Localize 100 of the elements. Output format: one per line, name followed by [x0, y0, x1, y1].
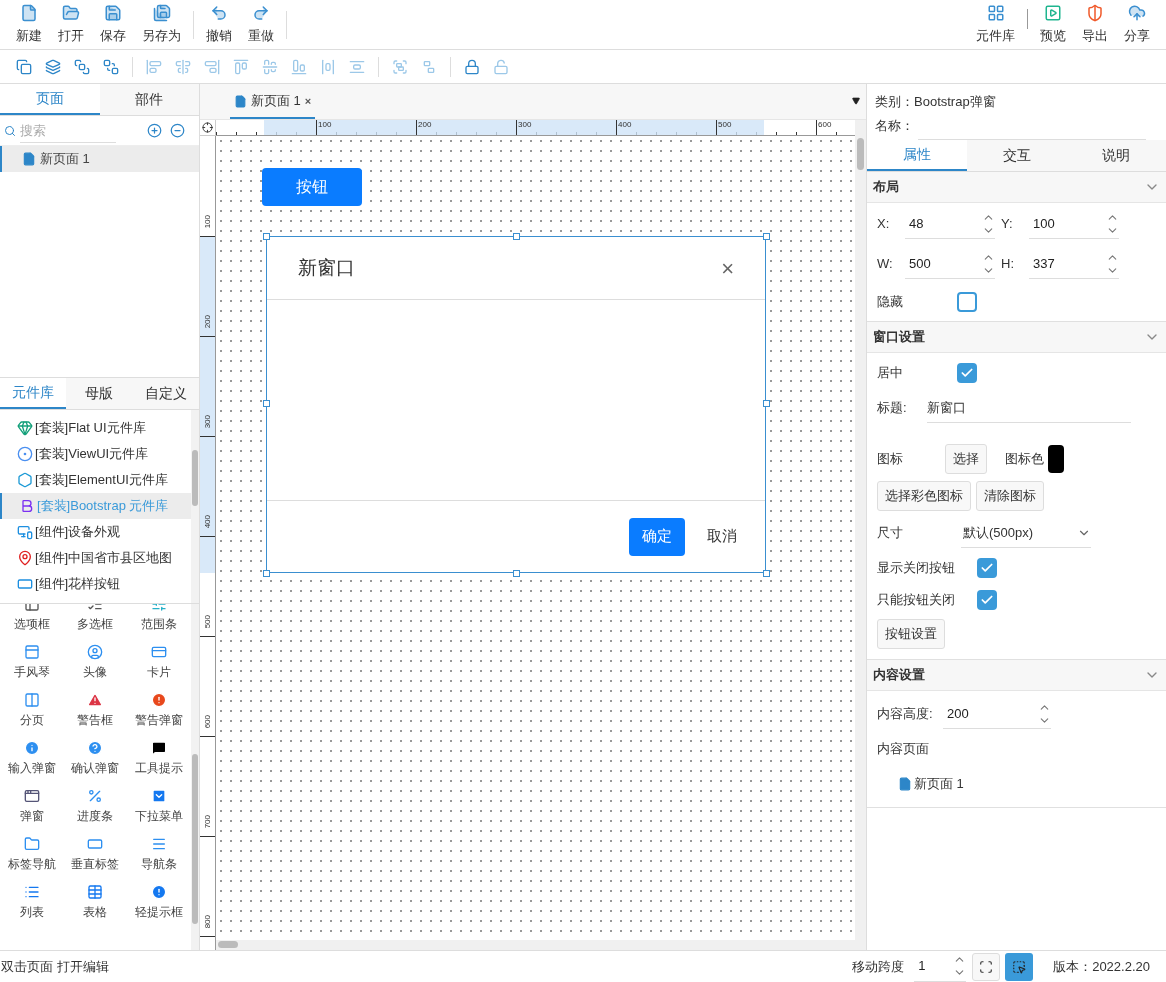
- distribute-horizontal-icon[interactable]: [320, 58, 336, 75]
- number-field[interactable]: 1: [914, 951, 967, 982]
- modal-close-button[interactable]: ×: [721, 251, 734, 285]
- add-icon[interactable]: [147, 123, 162, 138]
- distribute-vertical-icon[interactable]: [349, 58, 365, 75]
- resize-handle[interactable]: [763, 233, 770, 240]
- align-right-icon[interactable]: [204, 58, 220, 75]
- open-button[interactable]: 打开: [50, 0, 92, 49]
- resize-handle[interactable]: [513, 570, 520, 577]
- redo-button[interactable]: 重做: [240, 0, 282, 49]
- resize-handle[interactable]: [763, 400, 770, 407]
- number-field[interactable]: 500: [905, 249, 995, 279]
- component-item[interactable]: 工具提示: [127, 734, 191, 782]
- component-item[interactable]: 范围条: [127, 604, 191, 638]
- property-tab[interactable]: 属性: [867, 140, 967, 171]
- canvas-button[interactable]: 按钮: [262, 168, 362, 206]
- group-icon[interactable]: [392, 58, 408, 75]
- panel-tab[interactable]: 元件库: [0, 378, 67, 409]
- library-item[interactable]: [套装]Flat UI元件库: [0, 415, 191, 441]
- library-item[interactable]: [组件]设备外观: [0, 519, 191, 545]
- component-item[interactable]: 手风琴: [0, 638, 64, 686]
- resize-handle[interactable]: [263, 400, 270, 407]
- component-item[interactable]: 标签导航: [0, 830, 64, 878]
- layers-icon[interactable]: [45, 58, 61, 75]
- panel-tab[interactable]: 页面: [0, 84, 100, 115]
- color-swatch[interactable]: [1048, 445, 1064, 473]
- library-item[interactable]: [套装]ViewUI元件库: [0, 441, 191, 467]
- unlock-icon[interactable]: [493, 58, 509, 75]
- focus-button[interactable]: [972, 952, 1001, 981]
- resize-handle[interactable]: [763, 570, 770, 577]
- component-item[interactable]: 输入弹窗: [0, 734, 64, 782]
- component-item[interactable]: 轻提示框: [127, 878, 191, 926]
- align-middle-icon[interactable]: [262, 58, 278, 75]
- component-item[interactable]: 垂直标签: [63, 830, 128, 878]
- align-left-icon[interactable]: [146, 58, 162, 75]
- new-file-button[interactable]: 新建: [8, 0, 50, 49]
- component-item[interactable]: 导航条: [127, 830, 191, 878]
- component-item[interactable]: 列表: [0, 878, 64, 926]
- property-tab[interactable]: 说明: [1066, 140, 1166, 171]
- component-item[interactable]: 确认弹窗: [63, 734, 128, 782]
- section-header[interactable]: 内容设置: [867, 660, 1166, 691]
- library-item[interactable]: [组件]花样按钮: [0, 571, 191, 597]
- number-field[interactable]: 337: [1029, 249, 1119, 279]
- checkbox[interactable]: [977, 590, 997, 610]
- cloud-upload-button[interactable]: 分享: [1116, 0, 1158, 49]
- section-header[interactable]: 布局: [867, 172, 1166, 203]
- lock-icon[interactable]: [464, 58, 480, 75]
- number-field[interactable]: 48: [905, 209, 995, 239]
- send-to-back-icon[interactable]: [103, 58, 119, 75]
- component-item[interactable]: 选项框: [0, 604, 64, 638]
- resize-handle[interactable]: [513, 233, 520, 240]
- library-item[interactable]: [套装]ElementUI元件库: [0, 467, 191, 493]
- property-tab[interactable]: 交互: [966, 140, 1067, 171]
- component-item[interactable]: 表格: [63, 878, 128, 926]
- icon-action-button[interactable]: 选择彩色图标: [877, 481, 971, 511]
- close-tab-button[interactable]: ×: [304, 92, 312, 110]
- confirm-button[interactable]: 确定: [629, 517, 685, 556]
- component-item[interactable]: 弹窗: [0, 782, 64, 830]
- design-canvas[interactable]: 按钮 新窗口 × 确定 取消: [216, 136, 855, 940]
- number-field[interactable]: 100: [1029, 209, 1119, 239]
- select-mode-button[interactable]: [1005, 952, 1034, 981]
- panel-tab[interactable]: 部件: [99, 84, 199, 115]
- component-item[interactable]: 下拉菜单: [127, 782, 191, 830]
- save-as-button[interactable]: 另存为: [134, 0, 189, 49]
- button-settings-button[interactable]: 按钮设置: [877, 619, 945, 649]
- component-item[interactable]: 进度条: [63, 782, 128, 830]
- align-top-icon[interactable]: [233, 58, 249, 75]
- icon-action-button[interactable]: 清除图标: [976, 481, 1044, 511]
- checkbox[interactable]: [957, 292, 977, 312]
- dropdown-triangle-icon[interactable]: [852, 97, 860, 105]
- title-field[interactable]: 新窗口: [927, 393, 1131, 423]
- checkbox[interactable]: [977, 558, 997, 578]
- align-center-icon[interactable]: [175, 58, 191, 75]
- component-item[interactable]: 头像: [63, 638, 128, 686]
- scrollbar-thumb[interactable]: [218, 941, 238, 948]
- section-header[interactable]: 窗口设置: [867, 322, 1166, 353]
- scrollbar-thumb[interactable]: [857, 138, 864, 170]
- search-field[interactable]: 搜索: [20, 118, 116, 143]
- library-button[interactable]: 元件库: [968, 0, 1023, 49]
- number-field[interactable]: 200: [943, 699, 1051, 729]
- checkbox[interactable]: [957, 363, 977, 383]
- resize-handle[interactable]: [263, 570, 270, 577]
- align-bottom-icon[interactable]: [291, 58, 307, 75]
- page-item[interactable]: 新页面 1: [0, 146, 199, 172]
- bring-to-front-icon[interactable]: [74, 58, 90, 75]
- cancel-button[interactable]: 取消: [697, 517, 747, 556]
- component-item[interactable]: 警告框: [63, 686, 128, 734]
- component-item[interactable]: 分页: [0, 686, 64, 734]
- undo-button[interactable]: 撤销: [198, 0, 240, 49]
- scrollbar-thumb[interactable]: [192, 754, 198, 924]
- size-select[interactable]: 默认(500px): [961, 518, 1091, 548]
- component-item[interactable]: 警告弹窗: [127, 686, 191, 734]
- content-page-item[interactable]: 新页面 1: [877, 769, 1156, 799]
- ungroup-icon[interactable]: [421, 58, 437, 75]
- panel-tab[interactable]: 母版: [66, 378, 133, 409]
- select-button[interactable]: 选择: [945, 444, 987, 474]
- scrollbar-thumb[interactable]: [192, 450, 198, 506]
- save-button[interactable]: 保存: [92, 0, 134, 49]
- library-item[interactable]: [组件]中国省市县区地图: [0, 545, 191, 571]
- component-item[interactable]: 卡片: [127, 638, 191, 686]
